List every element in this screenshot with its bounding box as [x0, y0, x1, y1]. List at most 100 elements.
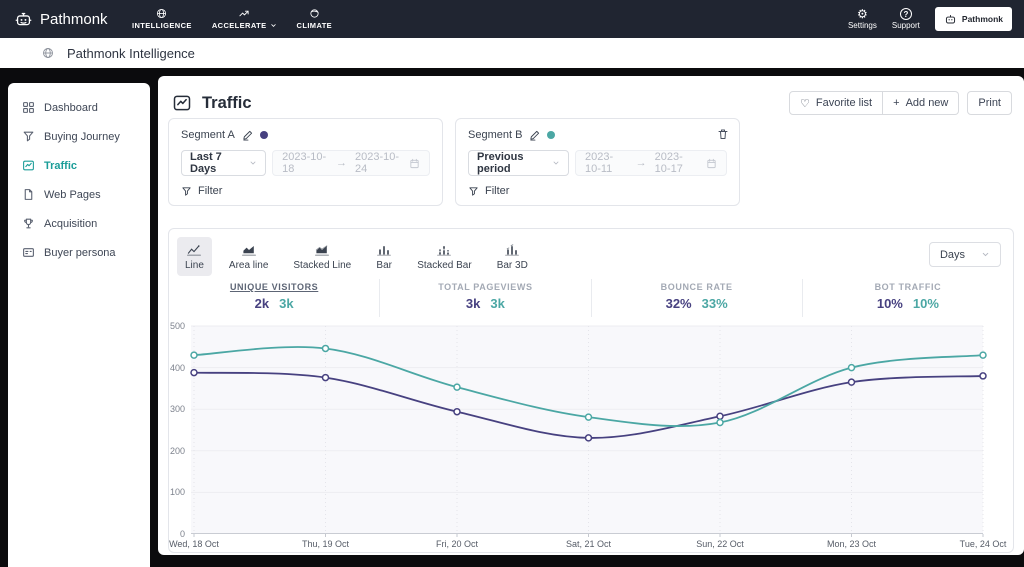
- chart-type-bar[interactable]: Bar: [368, 237, 400, 276]
- accelerate-trend-icon: [238, 8, 250, 19]
- print-label: Print: [978, 97, 1001, 109]
- metric-unique-visitors[interactable]: UNIQUE VISITORS 2k 3k: [169, 279, 379, 317]
- plus-icon: +: [893, 97, 900, 109]
- delete-segment-trash-icon[interactable]: [717, 128, 729, 140]
- segment-a-filter-button[interactable]: Filter: [181, 185, 222, 197]
- chart-type-stacked-line[interactable]: Stacked Line: [285, 237, 359, 276]
- segment-filters-row: Segment A Last 7 Days 2023-10-18 → 2023-…: [168, 118, 740, 206]
- heart-icon: ♡: [800, 97, 810, 110]
- sidebar-item-label: Buyer persona: [44, 246, 116, 259]
- bar-3d-chart-type-icon: [504, 243, 520, 257]
- question-mark-icon: ?: [899, 8, 912, 20]
- brand-logo[interactable]: Pathmonk: [0, 10, 108, 29]
- traffic-chart-plot[interactable]: 0 100 200 300 400 500 Wed, 18 Oct Thu, 19 Oct Fr…: [169, 321, 1006, 549]
- metric-bot-traffic[interactable]: BOT TRAFFIC 10% 10%: [801, 279, 1013, 317]
- date-from: 2023-10-18: [282, 151, 327, 175]
- y-axis-tick-label: 200: [169, 445, 185, 456]
- trophy-icon: [22, 217, 35, 230]
- pathmonk-robot-icon-small: [944, 13, 957, 26]
- metrics-row: UNIQUE VISITORS 2k 3k TOTAL PAGEVIEWS 3k…: [169, 279, 1013, 317]
- settings-button[interactable]: ⚙ Settings: [848, 8, 877, 30]
- segment-a-date-range-input[interactable]: 2023-10-18 → 2023-10-24: [272, 150, 430, 176]
- metric-value-segment-b: 3k: [490, 296, 505, 311]
- metric-label: TOTAL PAGEVIEWS: [438, 282, 533, 292]
- chart-type-bar-3d[interactable]: Bar 3D: [489, 237, 536, 276]
- stacked-bar-chart-type-icon: [436, 243, 452, 257]
- chart-type-label: Stacked Bar: [417, 260, 472, 271]
- favorite-list-label: Favorite list: [815, 97, 873, 109]
- chart-type-area-line[interactable]: Area line: [221, 237, 276, 276]
- chart-type-label: Line: [185, 260, 204, 271]
- nav-label: CLIMATE: [296, 21, 333, 30]
- filter-label: Filter: [198, 185, 223, 197]
- id-card-icon: [22, 246, 35, 259]
- sidebar-item-buyer-persona[interactable]: Buyer persona: [8, 238, 150, 267]
- sidebar-item-label: Web Pages: [44, 188, 101, 201]
- edit-pencil-icon[interactable]: [242, 130, 253, 141]
- segment-b-filter-button[interactable]: Filter: [468, 185, 509, 197]
- filter-label: Filter: [485, 185, 510, 197]
- metric-label: BOT TRAFFIC: [874, 282, 942, 292]
- intelligence-sphere-icon-gray: [42, 47, 54, 59]
- metric-value-segment-b: 33%: [701, 296, 728, 311]
- line-chart-icon: [22, 159, 35, 172]
- chart-type-line[interactable]: Line: [177, 237, 212, 276]
- pathmonk-account-button[interactable]: Pathmonk: [934, 7, 1012, 31]
- sidebar-item-buying-journey[interactable]: Buying Journey: [8, 122, 150, 151]
- metric-value-segment-a: 2k: [254, 296, 270, 311]
- support-label: Support: [891, 21, 920, 30]
- interval-value: Days: [939, 248, 965, 261]
- sidebar-item-dashboard[interactable]: Dashboard: [8, 93, 150, 122]
- nav-label: ACCELERATE: [211, 21, 267, 30]
- sidebar-item-acquisition[interactable]: Acquisition: [8, 209, 150, 238]
- y-axis-tick-label: 400: [169, 362, 185, 373]
- nav-item-intelligence[interactable]: INTELLIGENCE: [132, 8, 192, 30]
- funnel-icon: [22, 130, 35, 143]
- chart-type-label: Bar 3D: [496, 260, 528, 271]
- nav-label: INTELLIGENCE: [132, 21, 192, 30]
- date-from: 2023-10-11: [584, 151, 614, 175]
- x-axis-tick-label: Tue, 24 Oct: [959, 539, 1007, 549]
- segment-b-range-select[interactable]: Previous period: [468, 150, 569, 176]
- top-navigation-bar: Pathmonk INTELLIGENCE ACCELERATE CLIMATE…: [0, 0, 1024, 38]
- range-preset-value: Last 7 Days: [190, 151, 222, 175]
- chart-type-label: Bar: [376, 260, 392, 271]
- segment-a-color-dot: [259, 131, 268, 139]
- interval-select[interactable]: Days: [928, 242, 1001, 267]
- support-button[interactable]: ? Support: [892, 8, 920, 30]
- metric-bounce-rate[interactable]: BOUNCE RATE 32% 33%: [590, 279, 802, 317]
- x-axis-tick-label: Fri, 20 Oct: [435, 539, 479, 549]
- segment-a-range-select[interactable]: Last 7 Days: [181, 150, 267, 176]
- calendar-icon: [409, 158, 420, 169]
- x-axis-tick-label: Thu, 19 Oct: [301, 539, 350, 549]
- pathmonk-robot-icon: [14, 10, 33, 29]
- sidebar-item-traffic[interactable]: Traffic: [8, 151, 150, 180]
- range-preset-value: Previous period: [477, 151, 524, 175]
- edit-pencil-icon[interactable]: [529, 130, 540, 141]
- page-actions: ♡ Favorite list + Add new Print: [789, 91, 1012, 115]
- favorite-list-button[interactable]: ♡ Favorite list: [789, 91, 884, 115]
- add-new-button[interactable]: + Add new: [883, 91, 960, 115]
- chart-type-stacked-bar[interactable]: Stacked Bar: [409, 237, 479, 276]
- arrow-right-icon: →: [336, 157, 348, 169]
- segment-b-date-range-input[interactable]: 2023-10-11 → 2023-10-17: [574, 150, 727, 176]
- page-header: Traffic ♡ Favorite list + Add new Print: [158, 76, 1024, 120]
- sidebar-item-web-pages[interactable]: Web Pages: [8, 180, 150, 209]
- x-axis-tick-label: Sat, 21 Oct: [565, 539, 612, 549]
- print-button[interactable]: Print: [967, 91, 1012, 115]
- metric-label: UNIQUE VISITORS: [229, 282, 319, 292]
- metric-total-pageviews[interactable]: TOTAL PAGEVIEWS 3k 3k: [379, 279, 590, 317]
- y-axis-tick-label: 500: [169, 321, 185, 331]
- metric-value-segment-b: 3k: [279, 296, 294, 311]
- area-chart-type-icon: [241, 243, 257, 257]
- primary-navigation: INTELLIGENCE ACCELERATE CLIMATE: [132, 0, 332, 38]
- nav-item-climate[interactable]: CLIMATE: [297, 8, 333, 30]
- document-icon: [22, 188, 35, 201]
- nav-item-accelerate[interactable]: ACCELERATE: [212, 8, 277, 30]
- add-new-label: Add new: [905, 97, 949, 109]
- y-axis-tick-label: 300: [169, 404, 185, 415]
- page-title: Traffic: [202, 93, 252, 112]
- sidebar-item-label: Dashboard: [44, 101, 98, 114]
- segment-b-name: Segment B: [468, 129, 523, 141]
- traffic-chart-icon: [172, 93, 192, 113]
